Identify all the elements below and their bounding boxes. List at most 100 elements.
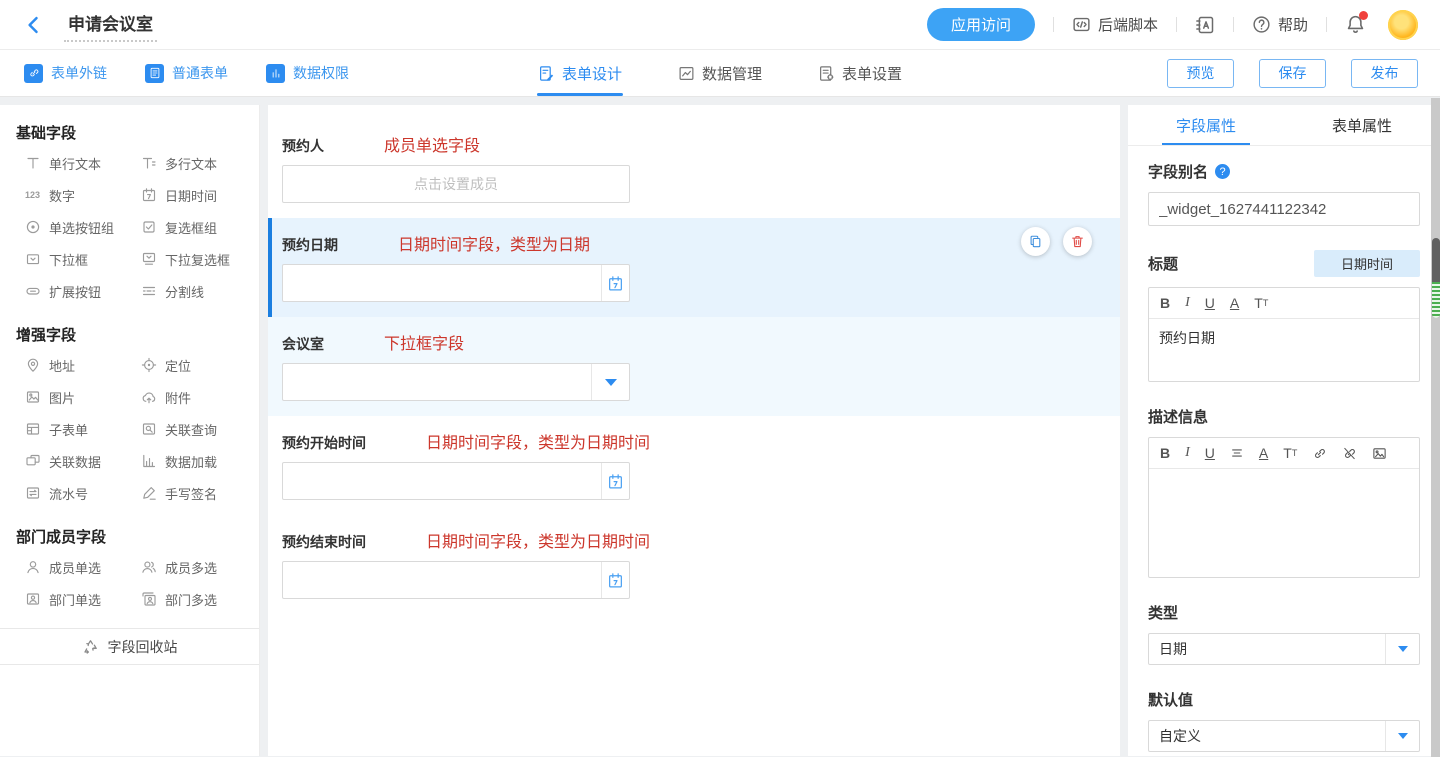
default-value-select[interactable]: 自定义 bbox=[1148, 720, 1420, 752]
tab-form-properties[interactable]: 表单属性 bbox=[1284, 105, 1440, 145]
palette-item-location[interactable]: 定位 bbox=[140, 349, 256, 381]
copy-field-button[interactable] bbox=[1021, 227, 1050, 256]
unlink-button[interactable] bbox=[1342, 446, 1357, 461]
underline-button[interactable]: U bbox=[1205, 295, 1215, 311]
palette-item-member-single[interactable]: 成员单选 bbox=[24, 551, 140, 583]
title-editor-content[interactable]: 预约日期 bbox=[1149, 319, 1419, 381]
font-size-button[interactable]: TT bbox=[1254, 295, 1268, 311]
palette-item-radio-group[interactable]: 单选按钮组 bbox=[24, 211, 140, 243]
page-scrollbar-thumb[interactable] bbox=[1432, 238, 1440, 318]
tab-label: 表单设置 bbox=[842, 63, 902, 84]
bold-button[interactable]: B bbox=[1160, 445, 1170, 461]
palette-item-subform[interactable]: 子表单 bbox=[24, 413, 140, 445]
notifications-button[interactable] bbox=[1345, 14, 1366, 35]
palette-item-signature[interactable]: 手写签名 bbox=[140, 477, 256, 509]
align-button[interactable] bbox=[1230, 446, 1244, 460]
italic-button[interactable]: I bbox=[1185, 295, 1190, 311]
data-permission-icon bbox=[266, 64, 285, 83]
palette-item-dept-multi[interactable]: 部门多选 bbox=[140, 583, 256, 615]
date-field-input[interactable] bbox=[282, 462, 630, 500]
tab-form-design[interactable]: 表单设计 bbox=[537, 50, 623, 96]
divider bbox=[1326, 17, 1327, 32]
palette-item-label: 部门单选 bbox=[49, 590, 101, 609]
palette-item-multi-select[interactable]: 下拉复选框 bbox=[140, 243, 256, 275]
preview-button[interactable]: 预览 bbox=[1167, 59, 1234, 88]
palette-item-image[interactable]: 图片 bbox=[24, 381, 140, 413]
font-color-button[interactable]: A bbox=[1230, 295, 1239, 311]
tab-data-manage[interactable]: 数据管理 bbox=[677, 50, 763, 96]
chevron-down-icon bbox=[1385, 634, 1419, 664]
palette-item-number[interactable]: 123数字 bbox=[24, 179, 140, 211]
date-field-input[interactable] bbox=[282, 561, 630, 599]
tab-field-properties[interactable]: 字段属性 bbox=[1128, 105, 1284, 145]
default-value-select-value: 自定义 bbox=[1149, 726, 1385, 746]
app-access-button[interactable]: 应用访问 bbox=[927, 8, 1035, 41]
field-annotation: 下拉框字段 bbox=[384, 330, 464, 354]
delete-field-button[interactable] bbox=[1063, 227, 1092, 256]
palette-item-serial-number[interactable]: 流水号 bbox=[24, 477, 140, 509]
link-button[interactable] bbox=[1312, 446, 1327, 461]
description-editor-content[interactable] bbox=[1149, 469, 1419, 577]
palette-item-related-query[interactable]: 关联查询 bbox=[140, 413, 256, 445]
palette-item-label: 数据加载 bbox=[165, 452, 217, 471]
page-scrollbar[interactable] bbox=[1431, 98, 1440, 757]
field-label: 预约人 bbox=[282, 136, 324, 156]
canvas-field-row[interactable]: 预约日期日期时间字段，类型为日期 bbox=[268, 218, 1120, 317]
underline-button[interactable]: U bbox=[1205, 445, 1215, 461]
bold-button[interactable]: B bbox=[1160, 295, 1170, 311]
insert-image-button[interactable] bbox=[1372, 446, 1387, 461]
contacts-button[interactable] bbox=[1195, 15, 1215, 35]
palette-item-select[interactable]: 下拉框 bbox=[24, 243, 140, 275]
type-select[interactable]: 日期 bbox=[1148, 633, 1420, 665]
palette-item-divider[interactable]: 分割线 bbox=[140, 275, 256, 307]
palette-item-label: 流水号 bbox=[49, 484, 88, 503]
palette-item-checkbox-group[interactable]: 复选框组 bbox=[140, 211, 256, 243]
palette-item-member-multi[interactable]: 成员多选 bbox=[140, 551, 256, 583]
field-label: 预约开始时间 bbox=[282, 433, 366, 453]
form-canvas[interactable]: 预约人成员单选字段点击设置成员预约日期日期时间字段，类型为日期会议室下拉框字段预… bbox=[268, 105, 1120, 756]
palette-section-title: 基础字段 bbox=[0, 105, 259, 147]
save-button[interactable]: 保存 bbox=[1259, 59, 1326, 88]
canvas-field-row[interactable]: 会议室 下拉框字段 bbox=[268, 317, 1120, 416]
font-size-button[interactable]: TT bbox=[1283, 445, 1297, 461]
publish-button[interactable]: 发布 bbox=[1351, 59, 1418, 88]
palette-item-related-data[interactable]: 关联数据 bbox=[24, 445, 140, 477]
data-manage-icon bbox=[678, 65, 695, 82]
palette-item-address[interactable]: 地址 bbox=[24, 349, 140, 381]
tab-form-settings[interactable]: 表单设置 bbox=[817, 50, 903, 96]
help-button[interactable]: 帮助 bbox=[1252, 14, 1308, 35]
date-field-input[interactable] bbox=[282, 264, 630, 302]
palette-item-single-text[interactable]: 单行文本 bbox=[24, 147, 140, 179]
back-button[interactable] bbox=[24, 15, 44, 35]
palette-item-data-load[interactable]: 数据加载 bbox=[140, 445, 256, 477]
canvas-field-row[interactable]: 预约开始时间日期时间字段，类型为日期时间 bbox=[268, 416, 1120, 515]
recycle-bin-button[interactable]: 字段回收站 bbox=[0, 628, 259, 665]
palette-item-attachment[interactable]: 附件 bbox=[140, 381, 256, 413]
member-field-input[interactable]: 点击设置成员 bbox=[282, 165, 630, 203]
dept-multi-icon bbox=[140, 591, 157, 607]
select-field-input[interactable] bbox=[282, 363, 630, 401]
palette-item-multi-text[interactable]: 多行文本 bbox=[140, 147, 256, 179]
toolbar-item-link[interactable]: 表单外链 bbox=[24, 63, 107, 83]
field-label: 预约日期 bbox=[282, 235, 338, 255]
canvas-field-row[interactable]: 预约人成员单选字段点击设置成员 bbox=[268, 119, 1120, 218]
toolbar-item-data-permission[interactable]: 数据权限 bbox=[266, 63, 349, 83]
serial-number-icon bbox=[24, 485, 41, 501]
toolbar-item-plain-form[interactable]: 普通表单 bbox=[145, 63, 228, 83]
page-title[interactable]: 申请会议室 bbox=[64, 8, 157, 42]
field-alias-input[interactable] bbox=[1148, 192, 1420, 226]
backend-script-button[interactable]: 后端脚本 bbox=[1072, 14, 1158, 35]
italic-button[interactable]: I bbox=[1185, 445, 1190, 461]
question-icon[interactable]: ? bbox=[1215, 164, 1230, 179]
font-color-button[interactable]: A bbox=[1259, 445, 1268, 461]
palette-item-dept-single[interactable]: 部门单选 bbox=[24, 583, 140, 615]
radio-group-icon bbox=[24, 219, 41, 235]
palette-item-datetime[interactable]: 日期时间 bbox=[140, 179, 256, 211]
field-label: 会议室 bbox=[282, 334, 324, 354]
canvas-field-row[interactable]: 预约结束时间日期时间字段，类型为日期时间 bbox=[268, 515, 1120, 614]
type-label: 类型 bbox=[1148, 602, 1178, 623]
tab-field-properties-label: 字段属性 bbox=[1176, 115, 1236, 136]
body: 基础字段单行文本多行文本123数字日期时间单选按钮组复选框组下拉框下拉复选框扩展… bbox=[0, 97, 1440, 756]
user-avatar[interactable] bbox=[1388, 10, 1418, 40]
palette-item-extend-button[interactable]: 扩展按钮 bbox=[24, 275, 140, 307]
